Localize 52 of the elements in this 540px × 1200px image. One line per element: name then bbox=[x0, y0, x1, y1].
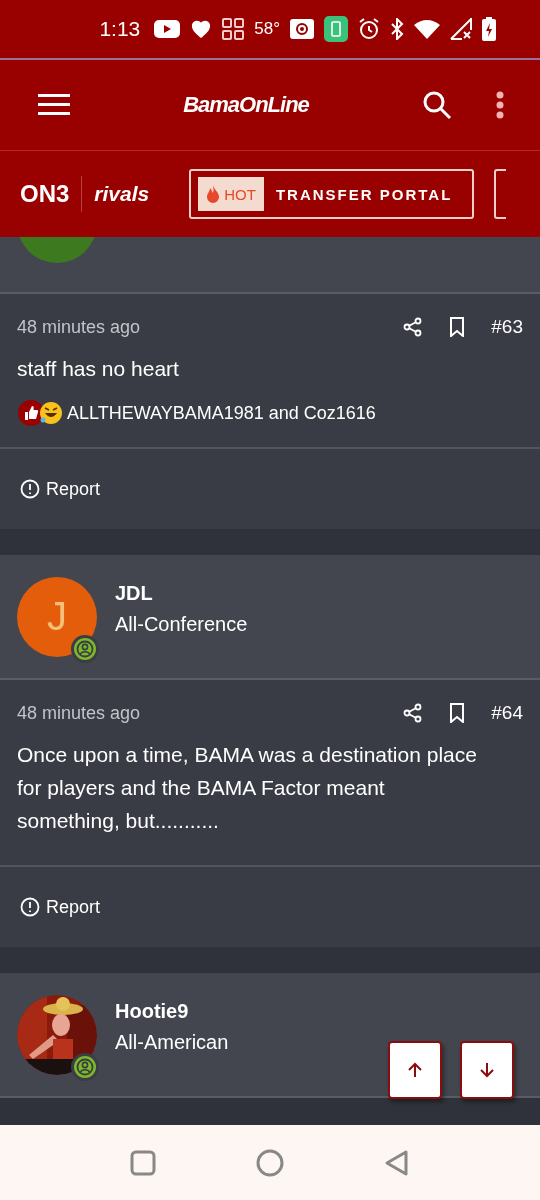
post-text: staff has no heart bbox=[17, 356, 180, 382]
temperature: 58° bbox=[254, 19, 280, 39]
recent-apps-icon[interactable] bbox=[130, 1149, 156, 1176]
widgets-icon bbox=[222, 18, 245, 40]
signal-icon bbox=[450, 18, 472, 40]
site-logo[interactable]: BamaOnLine bbox=[110, 92, 382, 118]
like-reaction-icon bbox=[17, 399, 45, 427]
back-icon[interactable] bbox=[384, 1148, 410, 1177]
alert-icon bbox=[20, 479, 40, 499]
online-status-icon bbox=[71, 1052, 99, 1081]
heart-icon bbox=[190, 19, 213, 39]
menu-icon[interactable] bbox=[38, 94, 70, 116]
post-text: Once upon a time, BAMA was a destination place for players and the BAMA Factor meant something, but........... bbox=[17, 742, 478, 834]
arrow-up-icon bbox=[407, 1062, 423, 1078]
bookmark-icon[interactable] bbox=[449, 317, 466, 337]
reaction-names[interactable]: ALLTHEWAYBAMA1981 and Coz1616 bbox=[67, 402, 376, 424]
hotspot-icon bbox=[290, 19, 314, 39]
search-icon[interactable] bbox=[422, 90, 452, 120]
report-button[interactable]: Report bbox=[20, 478, 101, 500]
share-icon[interactable] bbox=[403, 703, 424, 723]
post-number[interactable]: #64 bbox=[491, 702, 523, 724]
post-time[interactable]: 48 minutes ago bbox=[17, 316, 378, 338]
scroll-up-button[interactable] bbox=[388, 1041, 442, 1099]
wifi-icon bbox=[414, 19, 440, 39]
battery-icon bbox=[482, 17, 496, 41]
post-time[interactable]: 48 minutes ago bbox=[17, 702, 378, 724]
transfer-portal-button[interactable]: HOT TRANSFER PORTAL bbox=[189, 169, 475, 219]
username[interactable]: JDL bbox=[115, 581, 248, 605]
bookmark-icon[interactable] bbox=[449, 703, 466, 723]
hot-badge: HOT bbox=[198, 177, 264, 211]
flame-icon bbox=[206, 185, 221, 203]
battery-saver-icon bbox=[324, 16, 348, 42]
home-icon[interactable] bbox=[256, 1148, 284, 1177]
promo-button-edge[interactable] bbox=[494, 169, 507, 219]
alert-icon bbox=[20, 897, 40, 917]
brand-logo[interactable]: rivals bbox=[94, 182, 150, 206]
arrow-down-icon bbox=[479, 1062, 495, 1078]
alarm-icon bbox=[358, 18, 380, 40]
user-rank: All-American bbox=[115, 1030, 229, 1054]
more-options-icon[interactable] bbox=[496, 91, 504, 119]
username[interactable]: Hootie9 bbox=[115, 999, 229, 1023]
brand-logo[interactable]: ON3 bbox=[20, 180, 70, 208]
laughing-emoji-icon bbox=[39, 401, 63, 425]
share-icon[interactable] bbox=[403, 317, 424, 337]
user-rank: All-Conference bbox=[115, 612, 248, 636]
scroll-down-button[interactable] bbox=[460, 1041, 514, 1099]
status-time: 1:13 bbox=[99, 17, 141, 41]
video-play-icon bbox=[154, 20, 181, 38]
report-button[interactable]: Report bbox=[20, 896, 101, 918]
online-status-icon bbox=[71, 634, 99, 663]
bluetooth-icon bbox=[390, 18, 404, 40]
post-number[interactable]: #63 bbox=[491, 316, 523, 338]
